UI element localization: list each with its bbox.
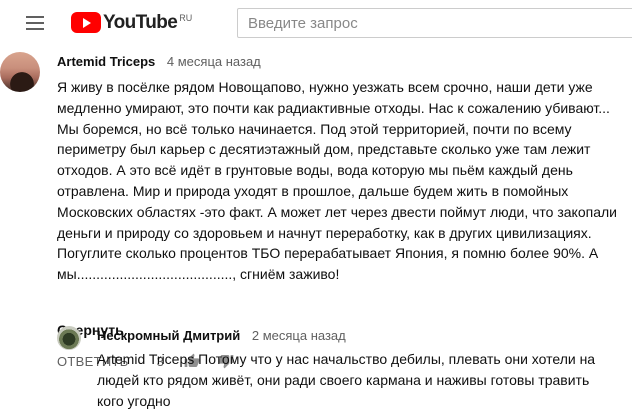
comment-author[interactable]: Artemid Triceps bbox=[57, 54, 155, 69]
search-box bbox=[237, 8, 632, 38]
masthead: YouTube RU bbox=[0, 0, 632, 46]
logo-region: RU bbox=[179, 13, 193, 23]
comment-header: Artemid Triceps 4 месяца назад bbox=[57, 54, 261, 69]
comment-text: Я живу в посёлке рядом Новощапово, нужно… bbox=[57, 79, 617, 283]
reply-header: Нескромный Дмитрий 2 месяца назад bbox=[97, 328, 346, 343]
youtube-logo[interactable]: YouTube RU bbox=[71, 12, 192, 34]
reply-text: Artemid Triceps Потому что у нас начальс… bbox=[97, 351, 596, 409]
menu-icon[interactable] bbox=[26, 16, 44, 30]
search-input[interactable] bbox=[238, 9, 632, 37]
logo-text: YouTube bbox=[103, 12, 178, 33]
reply-avatar[interactable] bbox=[57, 326, 81, 350]
comment-time[interactable]: 4 месяца назад bbox=[167, 54, 261, 69]
reply-author[interactable]: Нескромный Дмитрий bbox=[97, 328, 240, 343]
avatar[interactable] bbox=[0, 52, 40, 92]
youtube-play-icon bbox=[71, 12, 101, 33]
reply-time[interactable]: 2 месяца назад bbox=[252, 328, 346, 343]
